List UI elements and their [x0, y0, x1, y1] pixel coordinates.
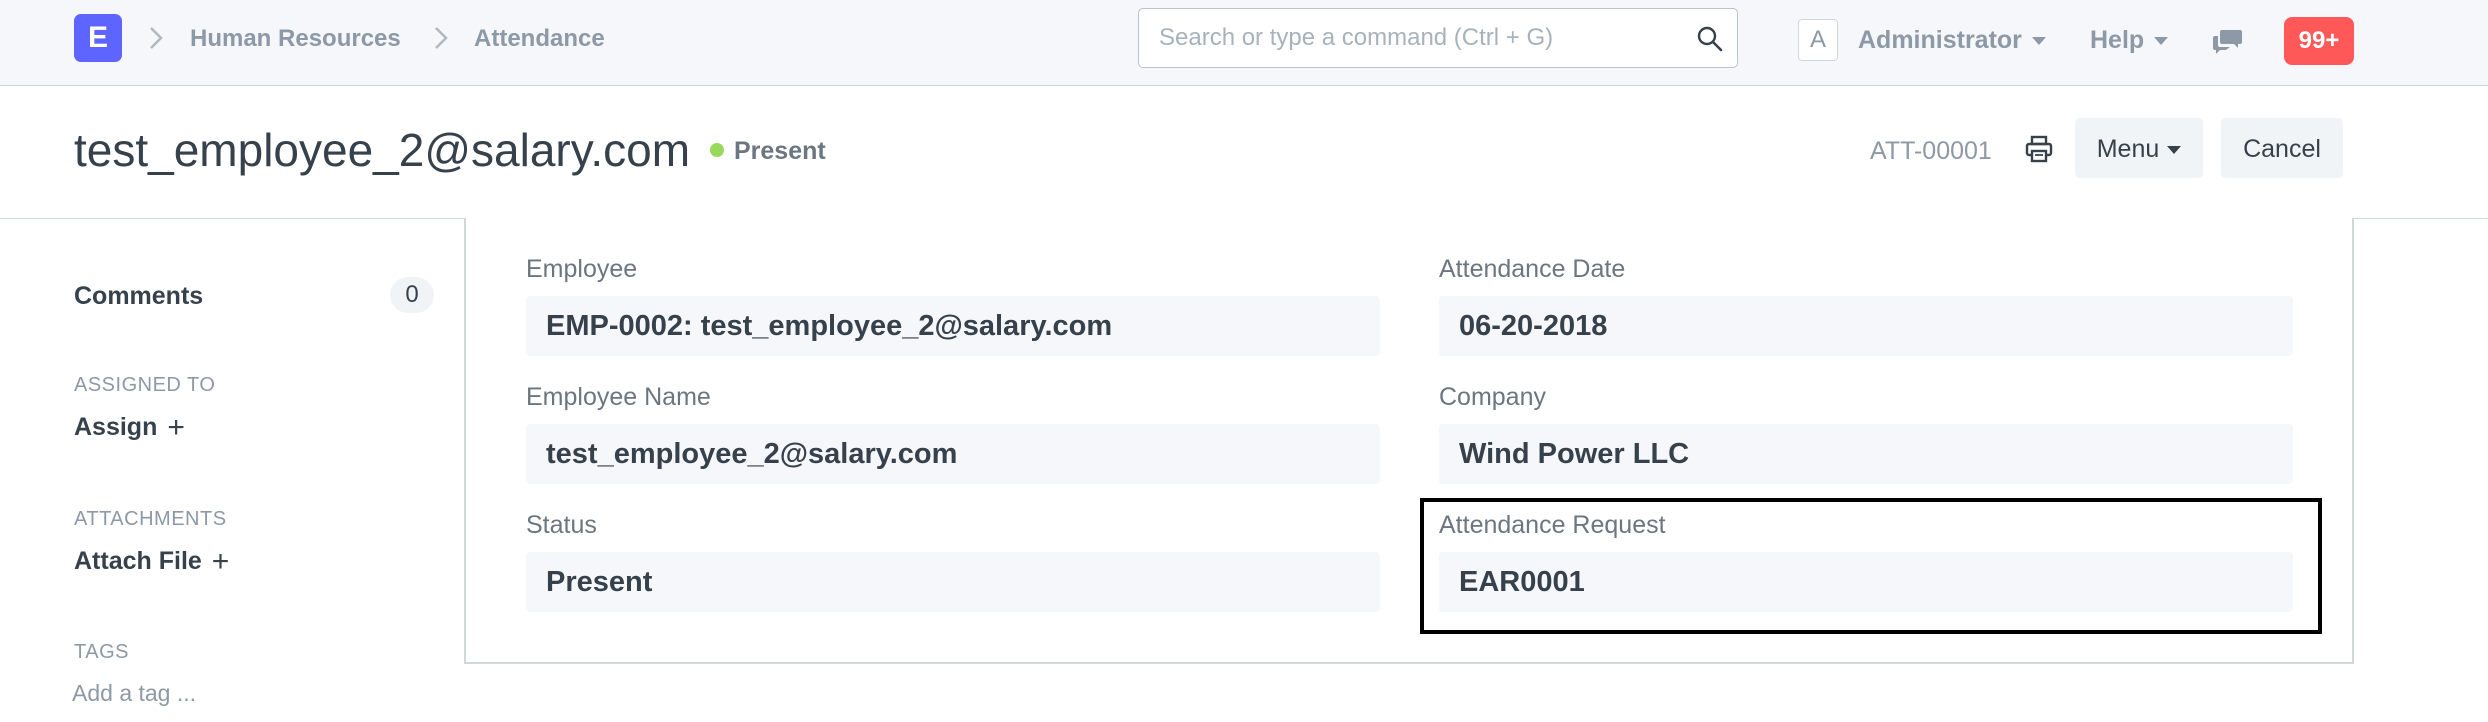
- status-dot-icon: [710, 143, 724, 157]
- company-field[interactable]: Wind Power LLC: [1439, 424, 2293, 484]
- page-title: test_employee_2@salary.com: [74, 124, 691, 176]
- breadcrumb-attendance[interactable]: Attendance: [474, 24, 605, 54]
- assign-label: Assign: [74, 413, 158, 441]
- search-bar: [1138, 8, 1738, 68]
- caret-down-icon: [2154, 37, 2169, 46]
- attachments-heading: ATTACHMENTS: [74, 508, 227, 530]
- employee-name-field[interactable]: test_employee_2@salary.com: [526, 424, 1380, 484]
- status-label: Present: [734, 137, 826, 165]
- employee-field[interactable]: EMP-0002: test_employee_2@salary.com: [526, 296, 1380, 356]
- attach-file-label: Attach File: [74, 547, 202, 575]
- search-input[interactable]: [1159, 21, 1679, 55]
- search-icon[interactable]: [1696, 25, 1724, 53]
- page-head: test_employee_2@salary.com Present ATT-0…: [0, 86, 2488, 219]
- chat-icon[interactable]: [2212, 26, 2244, 56]
- status-field-label: Status: [526, 511, 597, 539]
- assign-button[interactable]: Assign +: [74, 412, 185, 443]
- plus-icon: +: [211, 545, 230, 578]
- employee-label: Employee: [526, 255, 638, 283]
- navbar: E Human Resources Attendance A Administr…: [0, 0, 2488, 86]
- chevron-right-icon: [148, 24, 164, 52]
- tags-heading: TAGS: [74, 641, 129, 663]
- print-icon[interactable]: [2024, 134, 2054, 164]
- document-id: ATT-00001: [1870, 137, 1992, 165]
- avatar[interactable]: A: [1798, 19, 1838, 61]
- notifications-badge[interactable]: 99+: [2284, 17, 2354, 65]
- add-tag-input[interactable]: Add a tag ...: [72, 679, 196, 707]
- caret-down-icon: [2031, 37, 2046, 46]
- menu-button-label: Menu: [2096, 135, 2160, 163]
- chevron-right-icon: [433, 24, 449, 52]
- assigned-to-heading: ASSIGNED TO: [74, 374, 216, 396]
- employee-name-label: Employee Name: [526, 383, 711, 411]
- help-menu-label: Help: [2090, 26, 2145, 54]
- attendance-date-label: Attendance Date: [1439, 255, 1626, 283]
- comments-count-badge: 0: [390, 277, 434, 313]
- user-menu-label: Administrator: [1858, 26, 2022, 54]
- form-sidebar: Comments 0 ASSIGNED TO Assign + ATTACHMEN…: [0, 219, 460, 722]
- menu-button[interactable]: Menu: [2075, 118, 2203, 178]
- attach-file-button[interactable]: Attach File +: [74, 546, 229, 577]
- plus-icon: +: [167, 411, 185, 444]
- cancel-button[interactable]: Cancel: [2221, 118, 2343, 178]
- user-menu-dropdown[interactable]: Administrator: [1858, 25, 2046, 55]
- caret-down-icon: [2167, 146, 2182, 155]
- app-logo[interactable]: E: [74, 14, 122, 62]
- status-field[interactable]: Present: [526, 552, 1380, 612]
- help-menu-dropdown[interactable]: Help: [2090, 25, 2169, 55]
- attendance-date-field[interactable]: 06-20-2018: [1439, 296, 2293, 356]
- attendance-request-field[interactable]: EAR0001: [1439, 552, 2293, 612]
- company-label: Company: [1439, 383, 1546, 411]
- attendance-request-label: Attendance Request: [1439, 511, 1666, 539]
- breadcrumb-human-resources[interactable]: Human Resources: [190, 24, 401, 54]
- comments-label[interactable]: Comments: [74, 281, 203, 311]
- status-indicator: Present: [710, 136, 826, 166]
